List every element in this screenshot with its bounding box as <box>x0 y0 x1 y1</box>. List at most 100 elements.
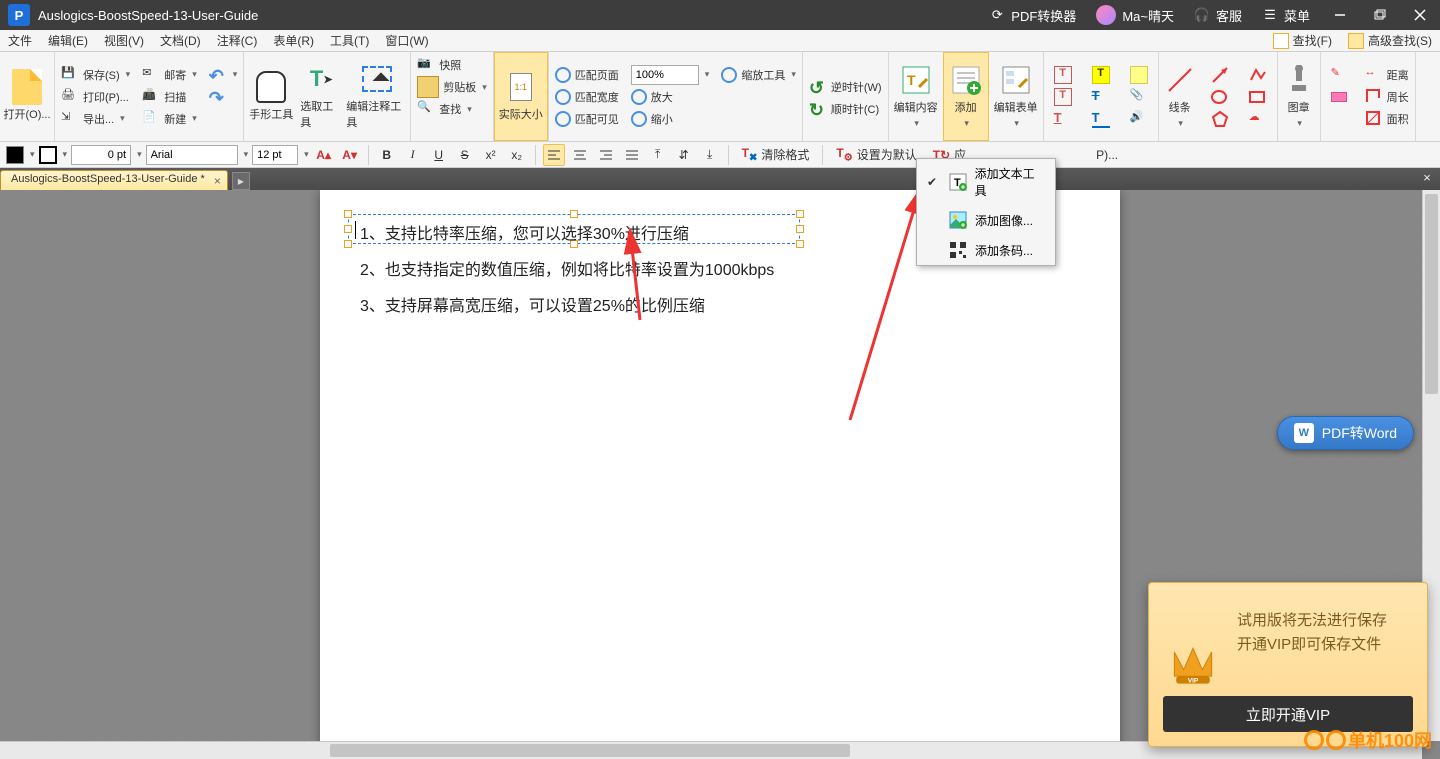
actual-size-button[interactable]: 1:1实际大小 <box>494 52 548 141</box>
print-button[interactable]: 🖨打印(P)... <box>55 86 136 108</box>
shrink-font-button[interactable]: A▾ <box>339 144 361 166</box>
bold-button[interactable]: B <box>376 144 398 166</box>
minimize-button[interactable] <box>1320 0 1360 30</box>
edit-form-button[interactable]: 编辑表单▾ <box>989 52 1043 141</box>
open-button[interactable]: 打开(O)... <box>0 52 54 141</box>
edit-content-button[interactable]: T编辑内容▾ <box>889 52 943 141</box>
rotate-ccw-button[interactable]: ↺逆时针(W) <box>803 76 888 98</box>
perimeter-button[interactable]: 周长 <box>1359 86 1415 108</box>
pencil-button[interactable]: ✎ <box>1325 64 1355 86</box>
ribbon-find-button[interactable]: 🔍查找▾ <box>411 98 493 120</box>
menu-file[interactable]: 文件 <box>0 30 40 51</box>
close-button[interactable] <box>1400 0 1440 30</box>
align-right-button[interactable] <box>595 144 617 166</box>
text-box-button[interactable]: T <box>1048 64 1078 86</box>
strike-button[interactable]: S <box>454 144 476 166</box>
hand-tool-button[interactable]: 手形工具 <box>244 52 298 141</box>
fit-page-button[interactable]: 匹配页面 <box>549 64 625 86</box>
zoom-in-button[interactable]: 缩小 <box>625 108 716 130</box>
pdf-to-word-button[interactable]: W PDF转Word <box>1277 416 1414 450</box>
resize-handle-br[interactable] <box>796 240 804 248</box>
page-text-line-1[interactable]: 1、支持比特率压缩，您可以选择30%进行压缩 <box>360 220 689 244</box>
resize-handle-bl[interactable] <box>344 240 352 248</box>
rect-shape-button[interactable] <box>1243 86 1273 108</box>
font-family-combo[interactable] <box>146 145 238 165</box>
add-barcode-item[interactable]: 添加条码... <box>917 235 1055 265</box>
superscript-button[interactable]: x² <box>480 144 502 166</box>
underline-button-fmt[interactable]: U <box>428 144 450 166</box>
stamp-button[interactable]: 图章▾ <box>1278 52 1320 141</box>
menu-document[interactable]: 文档(D) <box>152 30 209 51</box>
close-tab-button[interactable]: × <box>214 174 221 188</box>
resize-handle-ml[interactable] <box>344 225 352 233</box>
add-text-tool-item[interactable]: ✔ T 添加文本工具 <box>917 159 1055 205</box>
zoom-percent-combo[interactable] <box>631 65 699 85</box>
align-center-button[interactable] <box>569 144 591 166</box>
resize-handle-tm[interactable] <box>570 210 578 218</box>
horizontal-scroll-thumb[interactable] <box>330 744 850 757</box>
export-button[interactable]: ⇲导出...▾ <box>55 108 136 130</box>
rotate-cw-button[interactable]: ↻顺时针(C) <box>803 98 888 120</box>
edit-annotation-tool-button[interactable]: 编辑注释工具 <box>344 52 410 141</box>
menu-window[interactable]: 窗口(W) <box>377 30 436 51</box>
menu-tools[interactable]: 工具(T) <box>322 30 377 51</box>
polygon-shape-button[interactable] <box>1205 108 1235 130</box>
sticky-note-button[interactable] <box>1124 64 1154 86</box>
cloud-shape-button[interactable]: ☁ <box>1243 108 1273 130</box>
clear-format-button[interactable]: T✖清除格式 <box>736 144 816 166</box>
strikeout-button[interactable]: T <box>1086 86 1116 108</box>
pdf-converter-button[interactable]: ⟳ PDF转换器 <box>979 0 1086 30</box>
user-account-button[interactable]: Ma~晴天 <box>1086 0 1184 30</box>
menu-annotate[interactable]: 注释(C) <box>209 30 266 51</box>
fill-color-swatch[interactable] <box>6 146 24 164</box>
distance-button[interactable]: ↔距离 <box>1359 64 1415 86</box>
align-left-button[interactable] <box>543 144 565 166</box>
scan-button[interactable]: 📠扫描 <box>136 86 203 108</box>
advanced-find-button[interactable]: 高级查找(S) <box>1340 30 1440 51</box>
oval-shape-button[interactable] <box>1205 86 1235 108</box>
add-button[interactable]: 添加▾ <box>943 52 989 141</box>
menu-view[interactable]: 视图(V) <box>96 30 152 51</box>
attach-file-button[interactable]: 📎 <box>1124 86 1154 108</box>
menu-form[interactable]: 表单(R) <box>265 30 322 51</box>
font-size-combo[interactable] <box>252 145 298 165</box>
add-image-item[interactable]: 添加图像... <box>917 205 1055 235</box>
text-underline-button[interactable]: T <box>1048 108 1078 130</box>
document-canvas[interactable]: 1、支持比特率压缩，您可以选择30%进行压缩 2、也支持指定的数值压缩，例如将比… <box>0 190 1440 759</box>
align-top-button[interactable]: ⤒ <box>647 144 669 166</box>
resize-handle-mr[interactable] <box>796 225 804 233</box>
page-text-line-3[interactable]: 3、支持屏幕高宽压缩，可以设置25%的比例压缩 <box>360 292 705 316</box>
support-button[interactable]: 🎧 客服 <box>1184 0 1252 30</box>
vertical-scroll-thumb[interactable] <box>1425 194 1438 394</box>
lines-button[interactable]: 线条▾ <box>1159 52 1201 141</box>
align-middle-button[interactable]: ⇵ <box>673 144 695 166</box>
document-tab[interactable]: Auslogics-BoostSpeed-13-User-Guide * × <box>0 170 228 190</box>
align-justify-button[interactable] <box>621 144 643 166</box>
new-tab-button[interactable]: ▸ <box>232 172 250 190</box>
close-all-tabs-button[interactable]: × <box>1418 170 1436 185</box>
main-menu-button[interactable]: ☰ 菜单 <box>1252 0 1320 30</box>
underline-button[interactable]: T <box>1086 108 1116 130</box>
menu-edit[interactable]: 编辑(E) <box>40 30 96 51</box>
align-bottom-button[interactable]: ⤓ <box>699 144 721 166</box>
clipboard-button[interactable]: 剪贴板▾ <box>411 76 493 98</box>
pdf-page[interactable]: 1、支持比特率压缩，您可以选择30%进行压缩 2、也支持指定的数值压缩，例如将比… <box>320 190 1120 755</box>
resize-handle-tr[interactable] <box>796 210 804 218</box>
text-callout-button[interactable]: T <box>1048 86 1078 108</box>
select-tool-button[interactable]: T➤选取工具 <box>298 52 344 141</box>
highlight-button[interactable]: T <box>1086 64 1116 86</box>
resize-handle-tl[interactable] <box>344 210 352 218</box>
subscript-button[interactable]: x₂ <box>506 144 528 166</box>
new-button[interactable]: 📄新建▾ <box>136 108 203 130</box>
stroke-color-swatch[interactable] <box>39 146 57 164</box>
maximize-button[interactable] <box>1360 0 1400 30</box>
arrow-shape-button[interactable] <box>1205 64 1235 86</box>
eraser-button[interactable] <box>1325 86 1355 108</box>
undo-button[interactable]: ↶▾ <box>203 64 244 86</box>
fit-width-button[interactable]: 匹配宽度 <box>549 86 625 108</box>
find-button[interactable]: 查找(F) <box>1265 30 1340 51</box>
zoom-out-button[interactable]: 放大 <box>625 86 716 108</box>
zoom-tool-button[interactable]: 缩放工具▾ <box>715 64 802 86</box>
redo-button[interactable]: ↷ <box>203 86 244 108</box>
italic-button[interactable]: I <box>402 144 424 166</box>
